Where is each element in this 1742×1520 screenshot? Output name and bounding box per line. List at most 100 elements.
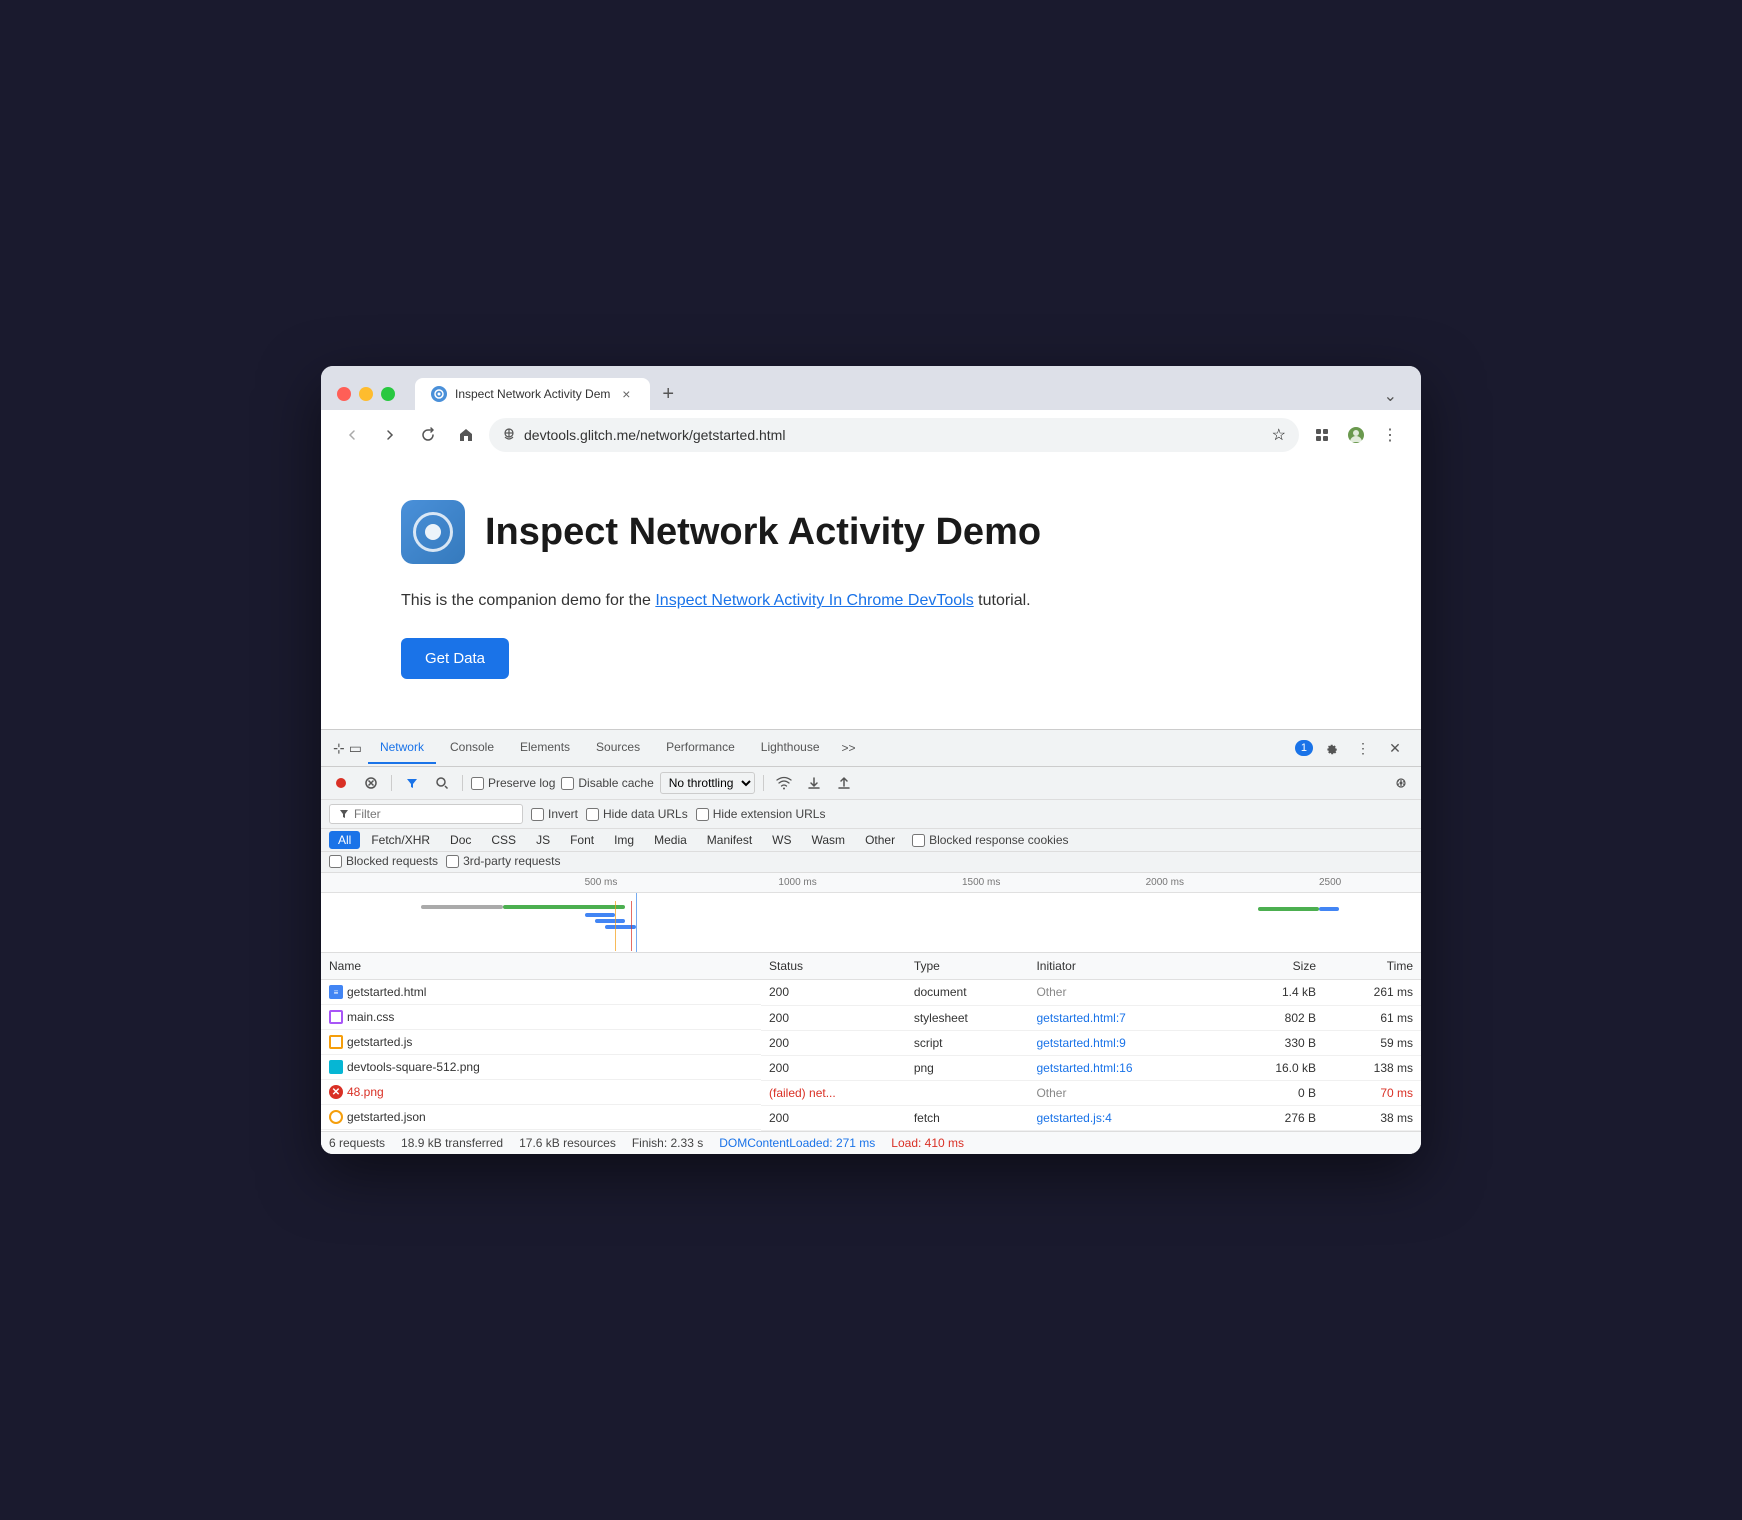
filter-button[interactable] <box>400 771 424 795</box>
address-bar[interactable]: ☆ <box>489 418 1299 452</box>
tick-2500: 2500 <box>1319 877 1341 888</box>
cell-name: getstarted.js <box>321 1030 761 1055</box>
preserve-log-label[interactable]: Preserve log <box>471 776 555 790</box>
table-row[interactable]: main.css200stylesheetgetstarted.html:780… <box>321 1005 1421 1030</box>
hide-data-urls-checkbox[interactable] <box>586 808 599 821</box>
page-title: Inspect Network Activity Demo <box>485 511 1041 554</box>
type-btn-other[interactable]: Other <box>856 831 904 849</box>
table-row[interactable]: getstarted.js200scriptgetstarted.html:93… <box>321 1030 1421 1055</box>
type-btn-js[interactable]: JS <box>527 831 559 849</box>
throttle-selector[interactable]: No throttling <box>660 772 755 794</box>
hide-extension-urls-checkbox[interactable] <box>696 808 709 821</box>
profile-button[interactable] <box>1341 420 1371 450</box>
tab-sources[interactable]: Sources <box>584 732 652 764</box>
clear-button[interactable] <box>359 771 383 795</box>
cursor-icon[interactable]: ⊹ <box>333 740 345 757</box>
hide-extension-urls-label[interactable]: Hide extension URLs <box>696 807 826 821</box>
filter-input-area[interactable] <box>329 804 523 824</box>
table-row[interactable]: getstarted.json200fetchgetstarted.js:427… <box>321 1105 1421 1130</box>
type-btn-wasm[interactable]: Wasm <box>803 831 855 849</box>
table-row[interactable]: ≡getstarted.html200documentOther1.4 kB26… <box>321 980 1421 1006</box>
message-badge: 1 <box>1295 740 1313 756</box>
devtools-settings-button[interactable] <box>1317 734 1345 762</box>
blocked-cookies-checkbox[interactable] <box>912 834 925 847</box>
table-header-row: Name Status Type Initiator Size Time <box>321 953 1421 980</box>
back-button[interactable] <box>337 420 367 450</box>
bookmark-icon[interactable]: ☆ <box>1272 425 1286 445</box>
tab-console[interactable]: Console <box>438 732 506 764</box>
tab-network[interactable]: Network <box>368 732 436 764</box>
load-time: Load: 410 ms <box>891 1136 964 1150</box>
type-btn-media[interactable]: Media <box>645 831 696 849</box>
initiator-link[interactable]: getstarted.js:4 <box>1036 1111 1111 1125</box>
forward-button[interactable] <box>375 420 405 450</box>
type-btn-css[interactable]: CSS <box>482 831 525 849</box>
subtitle-link[interactable]: Inspect Network Activity In Chrome DevTo… <box>655 592 973 609</box>
type-btn-doc[interactable]: Doc <box>441 831 480 849</box>
tab-chevron-button[interactable]: ⌄ <box>1376 382 1405 410</box>
nav-actions: ⋮ <box>1307 420 1405 450</box>
blocked-requests-label[interactable]: Blocked requests <box>329 854 438 868</box>
type-btn-ws[interactable]: WS <box>763 831 800 849</box>
url-input[interactable] <box>524 427 1264 443</box>
type-btn-img[interactable]: Img <box>605 831 643 849</box>
network-table-scroll[interactable]: Name Status Type Initiator Size Time ≡ge… <box>321 953 1421 1131</box>
hide-data-urls-label[interactable]: Hide data URLs <box>586 807 688 821</box>
invert-label[interactable]: Invert <box>531 807 578 821</box>
type-btn-manifest[interactable]: Manifest <box>698 831 761 849</box>
home-button[interactable] <box>451 420 481 450</box>
devtools-close-button[interactable]: ✕ <box>1381 734 1409 762</box>
network-settings-button[interactable] <box>1389 771 1413 795</box>
type-btn-all[interactable]: All <box>329 831 360 849</box>
maximize-button[interactable] <box>381 387 395 401</box>
requests-count: 6 requests <box>329 1136 385 1150</box>
reload-button[interactable] <box>413 420 443 450</box>
network-requests-table: Name Status Type Initiator Size Time ≡ge… <box>321 953 1421 1131</box>
bar-right-green <box>1258 907 1319 911</box>
get-data-button[interactable]: Get Data <box>401 638 509 679</box>
initiator-link[interactable]: getstarted.html:16 <box>1036 1061 1132 1075</box>
preserve-log-checkbox[interactable] <box>471 777 484 790</box>
device-icon[interactable]: ▭ <box>349 740 362 757</box>
table-row[interactable]: ✕48.png(failed) net...Other0 B70 ms <box>321 1080 1421 1105</box>
third-party-label[interactable]: 3rd-party requests <box>446 854 560 868</box>
filter-input[interactable] <box>354 807 514 821</box>
wifi-icon-button[interactable] <box>772 771 796 795</box>
cell-type: png <box>906 1055 1029 1080</box>
tabs-more-button[interactable]: >> <box>834 733 864 763</box>
tab-performance[interactable]: Performance <box>654 732 747 764</box>
page-logo <box>401 500 465 564</box>
table-row[interactable]: devtools-square-512.png200pnggetstarted.… <box>321 1055 1421 1080</box>
blocked-requests-checkbox[interactable] <box>329 855 342 868</box>
tab-lighthouse[interactable]: Lighthouse <box>749 732 832 764</box>
throttle-dropdown[interactable]: No throttling <box>660 772 755 794</box>
network-toolbar: Preserve log Disable cache No throttling <box>321 767 1421 800</box>
tab-close-button[interactable]: × <box>618 386 634 402</box>
export-button[interactable] <box>832 771 856 795</box>
blocked-cookies-label[interactable]: Blocked response cookies <box>912 833 1068 847</box>
invert-checkbox[interactable] <box>531 808 544 821</box>
record-button[interactable] <box>329 771 353 795</box>
type-btn-font[interactable]: Font <box>561 831 603 849</box>
import-button[interactable] <box>802 771 826 795</box>
extensions-button[interactable] <box>1307 420 1337 450</box>
close-button[interactable] <box>337 387 351 401</box>
cell-name: ✕48.png <box>321 1080 761 1105</box>
tab-elements[interactable]: Elements <box>508 732 582 764</box>
cell-size: 1.4 kB <box>1225 980 1324 1006</box>
disable-cache-label[interactable]: Disable cache <box>561 776 653 790</box>
new-tab-button[interactable]: + <box>654 379 682 410</box>
devtools-more-button[interactable]: ⋮ <box>1349 734 1377 762</box>
initiator-link[interactable]: getstarted.html:9 <box>1036 1036 1125 1050</box>
disable-cache-checkbox[interactable] <box>561 777 574 790</box>
cell-time: 261 ms <box>1324 980 1421 1006</box>
browser-menu-button[interactable]: ⋮ <box>1375 420 1405 450</box>
third-party-checkbox[interactable] <box>446 855 459 868</box>
cell-type: document <box>906 980 1029 1006</box>
active-tab[interactable]: Inspect Network Activity Dem × <box>415 378 650 410</box>
minimize-button[interactable] <box>359 387 373 401</box>
type-btn-fetch-xhr[interactable]: Fetch/XHR <box>362 831 439 849</box>
cell-name: ≡getstarted.html <box>321 980 761 1005</box>
search-button[interactable] <box>430 771 454 795</box>
initiator-link[interactable]: getstarted.html:7 <box>1036 1011 1125 1025</box>
